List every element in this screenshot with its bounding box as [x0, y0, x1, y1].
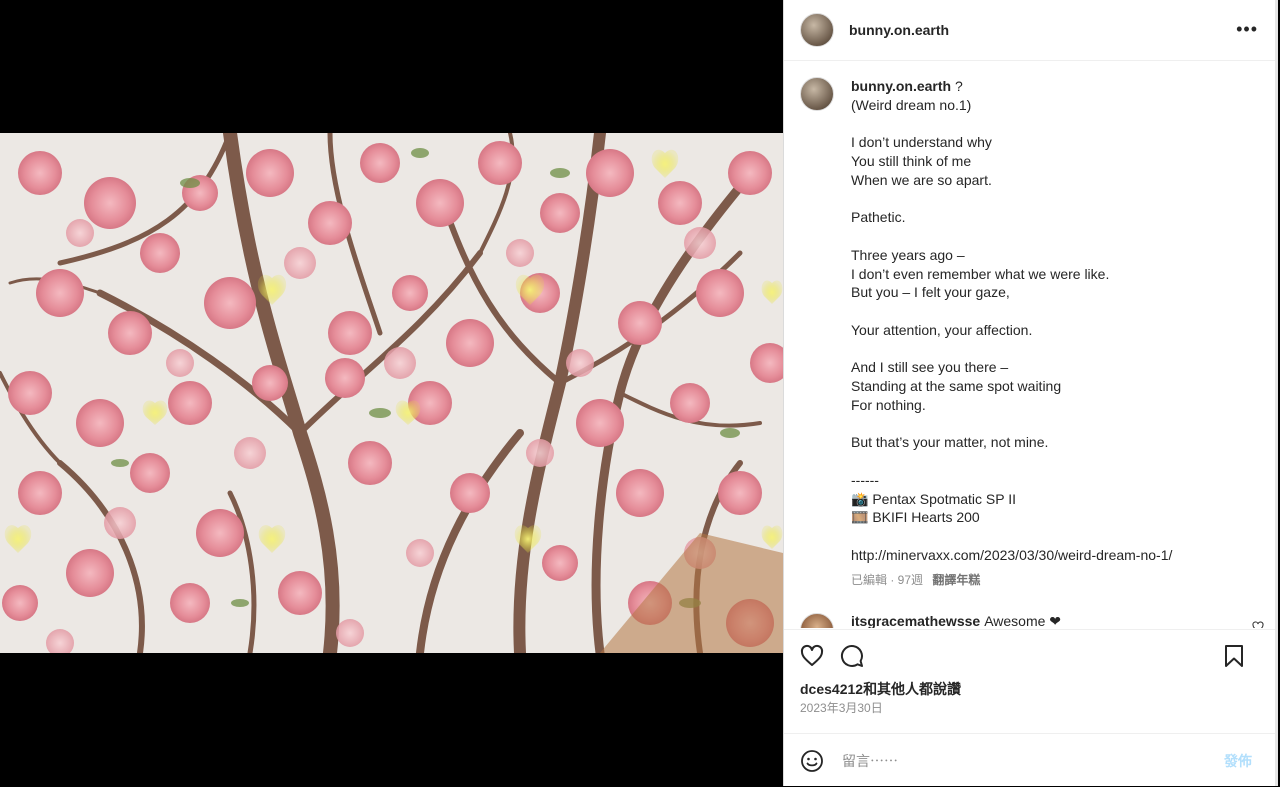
caption-line: When we are so apart. — [851, 171, 992, 188]
caption-line: Standing at the same spot waiting — [851, 378, 1062, 394]
comment-text: itsgracemathewsse Awesome ❤ — [851, 613, 1061, 628]
comment-input[interactable] — [840, 751, 1224, 770]
caption-line: And I still see you there – — [851, 359, 1009, 376]
caption-line: 📸 Pentax Spotmatic SP II — [851, 490, 1017, 507]
caption-line: Three years ago – — [851, 246, 965, 263]
caption-line: Pathetic. — [851, 209, 906, 226]
likes-rest[interactable]: 和其他人都說讚 — [863, 681, 961, 697]
add-comment-bar: 發佈 — [784, 733, 1278, 787]
action-row — [784, 630, 1278, 682]
caption-line: You still think of me — [851, 153, 972, 169]
caption-line: But that’s your matter, not mine. — [851, 434, 1049, 451]
caption-line — [851, 190, 1262, 209]
caption-first-line: bunny.on.earth ? — [851, 77, 1262, 96]
comment-username[interactable]: itsgracemathewsse — [851, 613, 980, 628]
post-detail-panel: bunny.on.earth ••• bunny.on.earth ? (Weir… — [783, 0, 1278, 786]
cherry-blossom-image — [0, 133, 783, 653]
caption-line-text: ? — [951, 78, 963, 94]
caption-line: 🎞️ BKIFI Hearts 200 — [851, 509, 980, 526]
comment-icon[interactable] — [840, 644, 864, 668]
caption-link[interactable]: http://minervaxx.com/2023/03/30/weird-dr… — [851, 546, 1262, 565]
caption-line: For nothing. — [851, 396, 926, 413]
likes-user[interactable]: dces4212 — [800, 681, 863, 697]
heart-icon[interactable] — [800, 644, 824, 668]
caption-line: (Weird dream no.1) — [851, 96, 972, 113]
comments-section: bunny.on.earth ? (Weird dream no.1) I don’… — [784, 61, 1278, 628]
caption-line: I don’t understand why — [851, 134, 992, 151]
caption-line: ------ — [851, 471, 879, 488]
bookmark-icon[interactable] — [1222, 644, 1246, 668]
post-media-area — [0, 0, 783, 786]
caption-line — [851, 452, 1262, 471]
caption-line — [851, 527, 1262, 546]
caption-line: Your attention, your affection. — [851, 321, 1033, 338]
caption-edited-time: 已編輯 · 97週 — [851, 572, 924, 587]
caption-body: bunny.on.earth ? (Weird dream no.1) I don’… — [851, 77, 1262, 589]
post-header: bunny.on.earth ••• — [784, 0, 1278, 61]
comment-item: itsgracemathewsse Awesome ❤ — [784, 589, 1278, 628]
caption-text: bunny.on.earth ? (Weird dream no.1) I don’… — [851, 77, 1262, 565]
caption-line — [851, 227, 1262, 246]
scrollbar[interactable] — [1275, 0, 1278, 786]
comment-heart-icon[interactable] — [1252, 621, 1264, 628]
caption-line: But you – I felt your gaze, — [851, 284, 1010, 301]
emoji-icon[interactable] — [800, 749, 824, 773]
likes-summary: dces4212和其他人都說讚 — [784, 680, 1278, 698]
caption-line — [851, 340, 1262, 359]
caption-avatar[interactable] — [800, 77, 834, 111]
caption-line: I don’t even remember what we were like. — [851, 265, 1110, 282]
caption-username[interactable]: bunny.on.earth — [851, 78, 951, 94]
comment-body: Awesome ❤ — [984, 613, 1062, 628]
translate-link[interactable]: 翻譯年糕 — [932, 573, 980, 587]
post-caption: bunny.on.earth ? (Weird dream no.1) I don’… — [784, 61, 1278, 589]
caption-line — [851, 302, 1262, 321]
more-horizontal-icon[interactable]: ••• — [1236, 20, 1258, 38]
comment-avatar[interactable] — [800, 613, 834, 628]
caption-line — [851, 415, 1262, 434]
post-comment-button[interactable]: 發佈 — [1224, 751, 1252, 771]
post-username[interactable]: bunny.on.earth — [849, 22, 949, 38]
post-date[interactable]: 2023年3月30日 — [784, 699, 1278, 716]
post-photo[interactable] — [0, 133, 783, 653]
avatar[interactable] — [800, 13, 834, 47]
caption-line — [851, 115, 1262, 134]
post-actions: dces4212和其他人都說讚 2023年3月30日 — [784, 629, 1278, 734]
caption-meta: 已編輯 · 97週 翻譯年糕 — [851, 571, 1262, 590]
